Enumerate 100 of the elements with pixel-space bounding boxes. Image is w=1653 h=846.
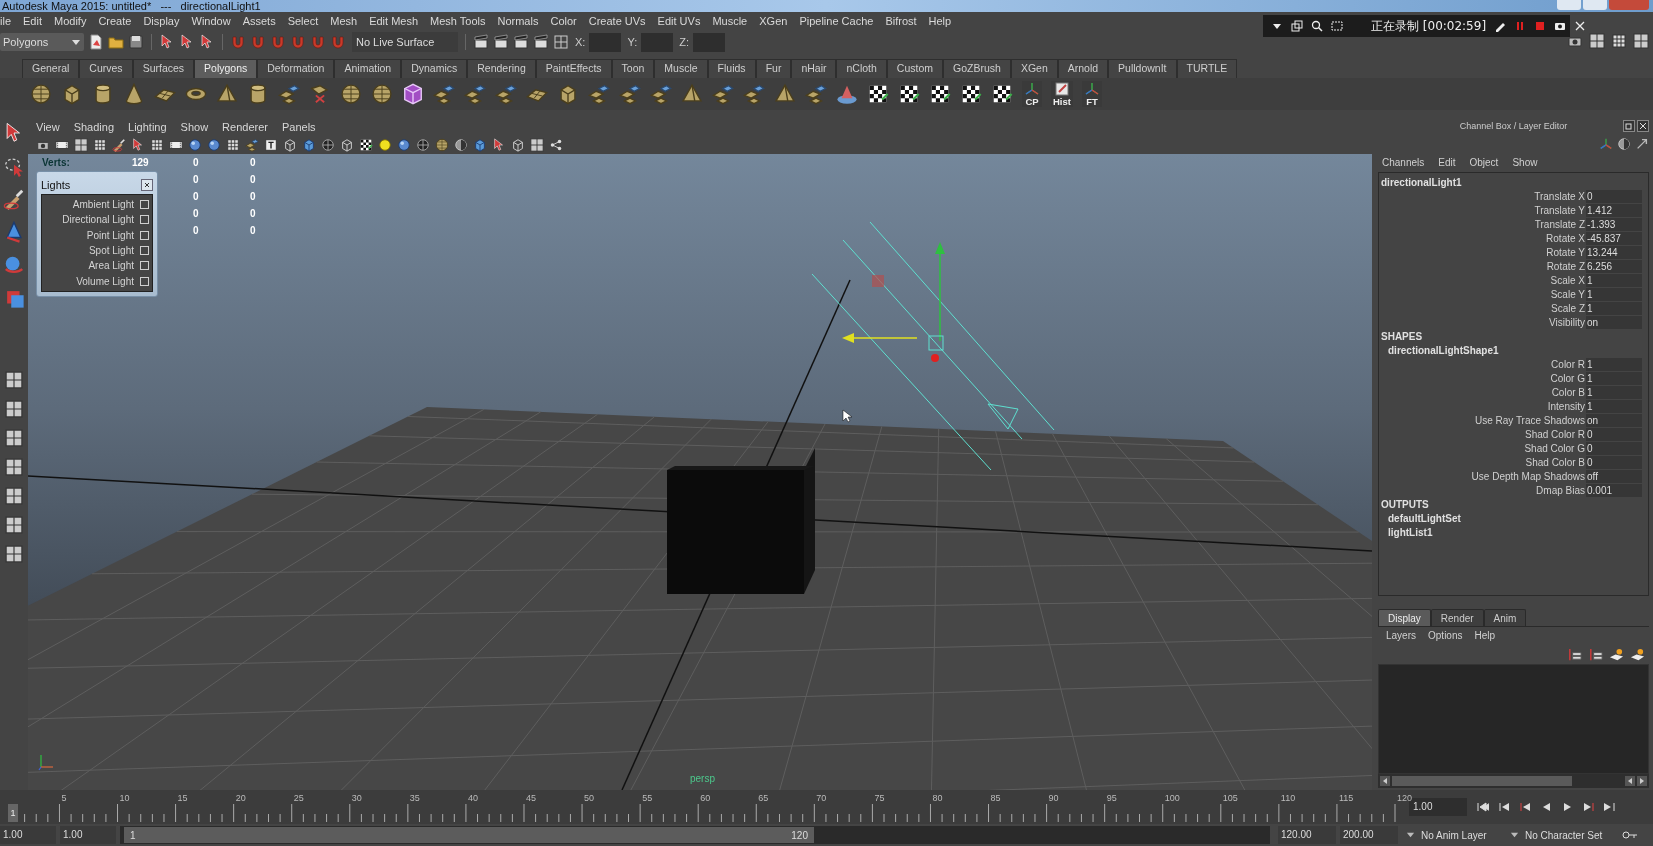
faces-icon[interactable] xyxy=(712,83,734,105)
faces-icon[interactable] xyxy=(805,83,827,105)
character-set-dropdown[interactable]: No Character Set xyxy=(1506,826,1618,844)
attribute-value-field[interactable]: 1 xyxy=(1586,357,1642,371)
play-icon[interactable] xyxy=(1561,801,1573,813)
panel-menu-item[interactable]: Renderer xyxy=(222,118,268,136)
layer-editor-tab[interactable]: Display xyxy=(1378,609,1431,626)
attribute-value-field[interactable]: 0 xyxy=(1586,441,1642,455)
layout-icon[interactable] xyxy=(5,371,23,389)
attribute-value-field[interactable]: 0 xyxy=(1586,455,1642,469)
key-icon[interactable] xyxy=(1622,829,1638,841)
attribute-value-field[interactable]: 1.412 xyxy=(1586,203,1642,217)
menu-item[interactable]: Create xyxy=(98,12,132,30)
menu-item[interactable]: Object xyxy=(1469,154,1499,170)
shelf-tab[interactable]: nHair xyxy=(791,59,837,78)
menu-item[interactable]: Bifrost xyxy=(885,12,917,30)
attribute-value-field[interactable]: 1 xyxy=(1586,287,1642,301)
go-to-start-icon[interactable] xyxy=(1477,801,1489,813)
menu-item[interactable]: Edit xyxy=(23,12,42,30)
attribute-value-field[interactable]: 0 xyxy=(1586,189,1642,203)
attribute-value-field[interactable]: on xyxy=(1586,315,1642,329)
menu-item[interactable]: Color xyxy=(550,12,577,30)
brush-icon[interactable] xyxy=(3,188,25,210)
faces-icon[interactable] xyxy=(495,83,517,105)
shelf-tab[interactable]: TURTLE xyxy=(1176,59,1238,78)
layers-icon[interactable] xyxy=(1588,646,1603,662)
attribute-value-field[interactable]: -1.393 xyxy=(1586,217,1642,231)
layout-icon[interactable] xyxy=(74,138,88,152)
nodes-icon[interactable] xyxy=(549,138,563,152)
playback-start-field[interactable]: 1.00 xyxy=(60,826,116,844)
panel-menu-item[interactable]: Panels xyxy=(281,118,316,136)
shelf-button[interactable]: FT xyxy=(1081,81,1102,107)
panel-menu-item[interactable]: View xyxy=(36,118,60,136)
end-time-field[interactable]: 200.00 xyxy=(1340,826,1398,844)
panel-menu-item[interactable]: Show xyxy=(180,118,209,136)
faces-icon[interactable] xyxy=(433,83,455,105)
checkbox[interactable] xyxy=(140,276,149,286)
checkbox[interactable] xyxy=(140,230,149,240)
move-tool-icon[interactable] xyxy=(3,221,25,243)
menu-item[interactable]: Mesh Tools xyxy=(430,12,486,30)
layout-icon[interactable] xyxy=(530,138,544,152)
checker-icon[interactable] xyxy=(867,83,889,105)
save-icon[interactable] xyxy=(128,34,144,50)
shelf-button[interactable]: CP xyxy=(1022,81,1042,107)
cube-icon[interactable] xyxy=(402,83,424,105)
clapperboard-icon[interactable] xyxy=(473,34,489,50)
float-icon[interactable] xyxy=(1623,120,1635,132)
menu-item[interactable]: Edit Mesh xyxy=(369,12,419,30)
start-time-field[interactable]: 1.00 xyxy=(0,826,56,844)
faces-icon[interactable] xyxy=(245,138,259,152)
cube-icon[interactable] xyxy=(473,138,487,152)
panel-menu-item[interactable]: Shading xyxy=(73,118,115,136)
sphere-icon[interactable] xyxy=(397,138,411,152)
faces-icon[interactable] xyxy=(743,83,765,105)
grid-icon[interactable] xyxy=(1611,33,1627,49)
checker-icon[interactable] xyxy=(898,83,920,105)
shelf-tab[interactable]: Arnold xyxy=(1057,59,1109,78)
faces-icon[interactable] xyxy=(619,83,641,105)
shelf-tab[interactable]: PaintEffects xyxy=(535,59,612,78)
cube-icon[interactable] xyxy=(61,83,83,105)
attribute-value-field[interactable]: off xyxy=(1586,469,1642,483)
new-file-icon[interactable] xyxy=(88,34,104,50)
playback-end-field[interactable]: 120.00 xyxy=(1278,826,1336,844)
shelf-tab[interactable]: Curves xyxy=(79,59,133,78)
close-icon[interactable] xyxy=(1574,20,1587,32)
sphere-icon[interactable] xyxy=(188,138,202,152)
layout-icon[interactable] xyxy=(1633,33,1649,49)
checkbox[interactable] xyxy=(140,261,149,271)
menu-item[interactable]: Help xyxy=(928,12,952,30)
wireframe-cube-icon[interactable] xyxy=(340,138,354,152)
menu-item[interactable]: Options xyxy=(1428,628,1463,643)
faces-icon[interactable] xyxy=(650,83,672,105)
sphere-icon[interactable] xyxy=(321,138,335,152)
menu-item[interactable]: Window xyxy=(191,12,231,30)
clapperboard-icon[interactable] xyxy=(533,34,549,50)
step-forward-key-icon[interactable] xyxy=(1603,801,1615,813)
attribute-value-field[interactable]: 1 xyxy=(1586,273,1642,287)
layer-editor-tab[interactable]: Anim xyxy=(1483,609,1527,626)
layout-icon[interactable] xyxy=(5,516,23,534)
folder-icon[interactable] xyxy=(108,34,124,50)
checker-icon[interactable] xyxy=(359,138,373,152)
step-back-key-icon[interactable] xyxy=(1498,801,1510,813)
close-icon[interactable] xyxy=(141,179,153,191)
menu-item[interactable]: Pipeline Cache xyxy=(799,12,874,30)
shelf-tab[interactable]: Surfaces xyxy=(132,59,195,78)
wireframe-cube-icon[interactable] xyxy=(511,138,525,152)
menu-item[interactable]: Display xyxy=(143,12,180,30)
shelf-tab[interactable]: GoZBrush xyxy=(943,59,1011,78)
clapperboard-icon[interactable] xyxy=(493,34,509,50)
cube-icon[interactable] xyxy=(557,83,579,105)
grid-icon[interactable] xyxy=(226,138,240,152)
layout-icon[interactable] xyxy=(5,545,23,563)
sphere-icon[interactable] xyxy=(416,138,430,152)
menu-item[interactable]: Muscle xyxy=(712,12,748,30)
attribute-value-field[interactable]: 1 xyxy=(1586,399,1642,413)
current-frame-marker[interactable]: 1 xyxy=(8,804,18,822)
output-node[interactable]: lightList1 xyxy=(1381,525,1642,539)
mode-dropdown[interactable]: Polygons xyxy=(0,33,84,51)
attribute-value-field[interactable]: -45.837 xyxy=(1586,231,1642,245)
shelf-tab[interactable]: Deformation xyxy=(257,59,335,78)
